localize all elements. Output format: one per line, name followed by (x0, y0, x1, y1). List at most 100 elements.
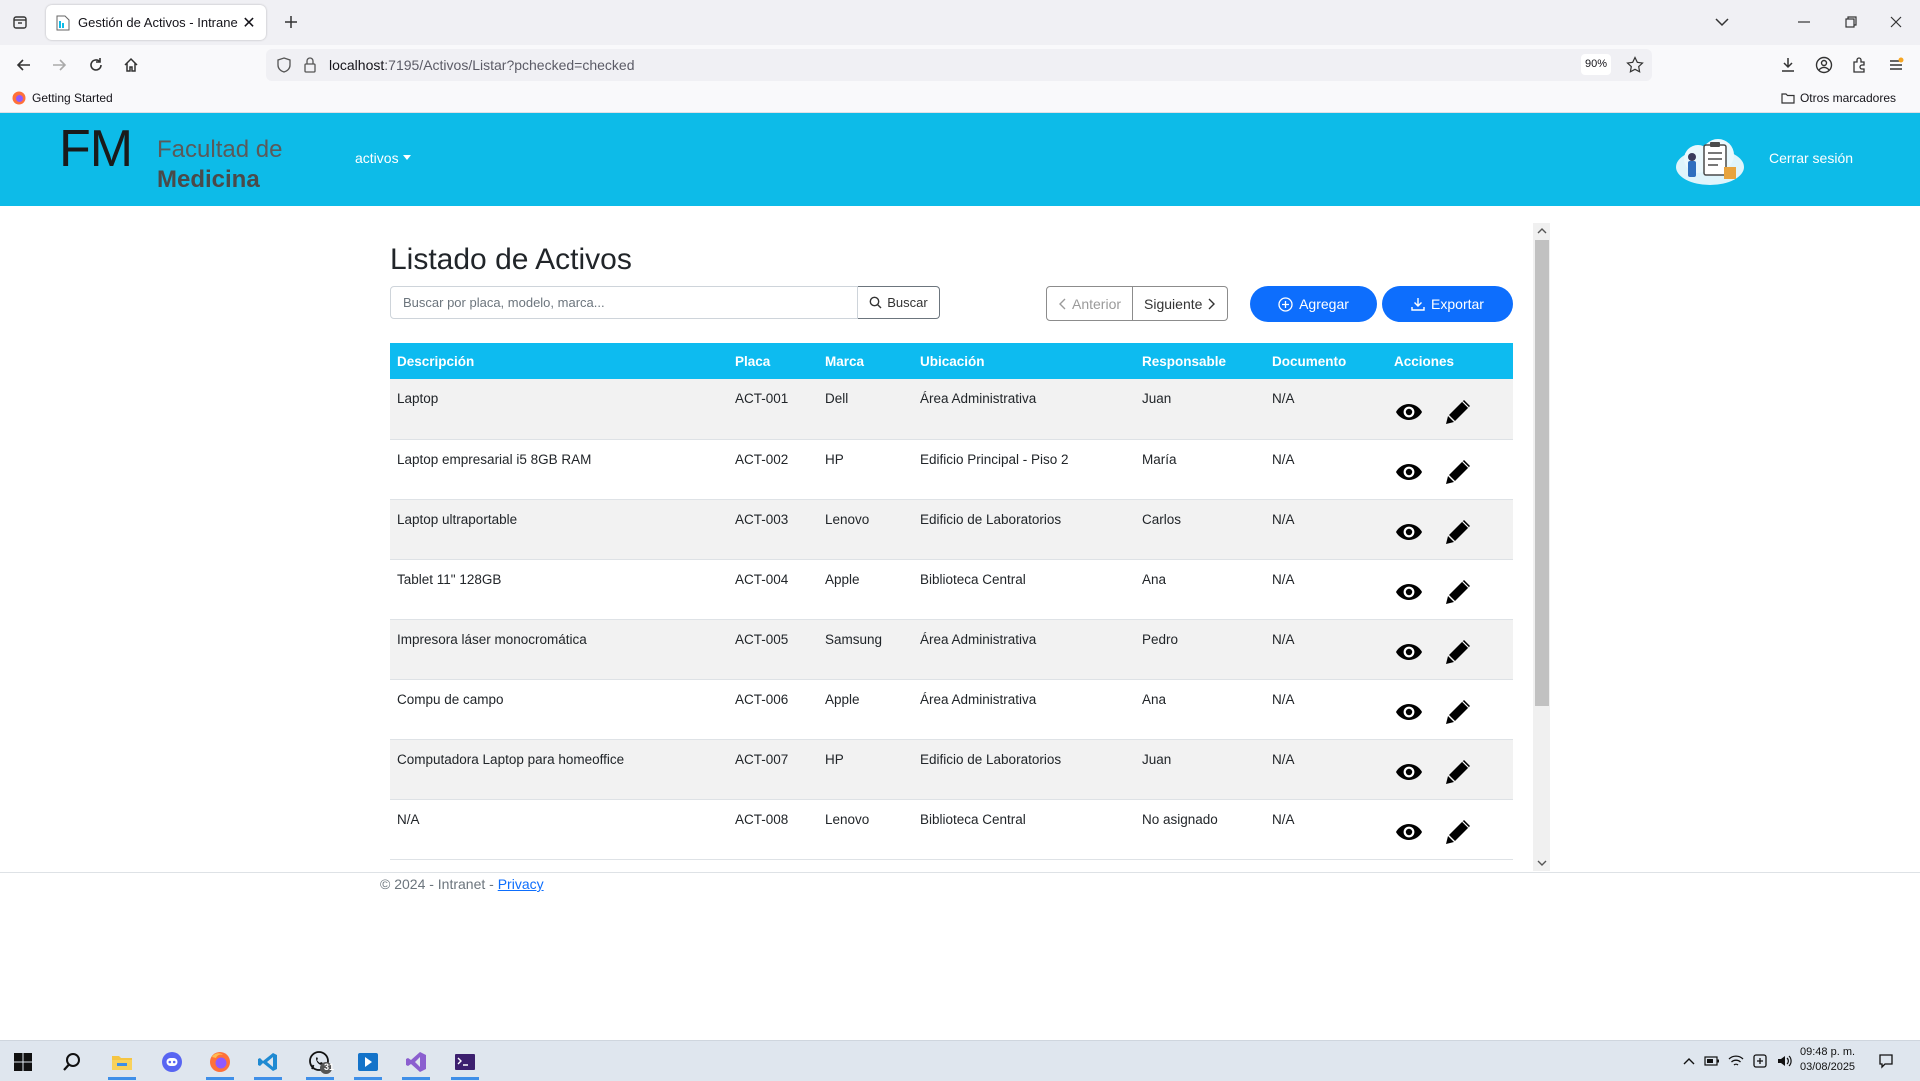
tray-chevron-up-icon[interactable] (1680, 1052, 1698, 1070)
downloads-icon[interactable] (1776, 53, 1800, 77)
view-eye-icon[interactable] (1394, 638, 1423, 667)
cell-placa: ACT-004 (728, 559, 818, 620)
page-title: Listado de Activos (390, 243, 632, 276)
media-player-icon[interactable] (350, 1047, 386, 1080)
shield-icon[interactable] (276, 57, 292, 73)
export-button[interactable]: Exportar (1382, 286, 1513, 322)
cell-descripcion: Laptop empresarial i5 8GB RAM (390, 439, 728, 500)
vscode-icon[interactable] (250, 1047, 286, 1080)
edit-pencil-icon[interactable] (1443, 578, 1472, 607)
view-eye-icon[interactable] (1394, 698, 1423, 727)
tab-list-icon[interactable] (8, 10, 32, 34)
folder-icon (1781, 93, 1795, 104)
account-icon[interactable] (1812, 53, 1836, 77)
bookmark-other-folder[interactable]: Otros marcadores (1781, 91, 1896, 105)
view-eye-icon[interactable] (1394, 818, 1423, 847)
cell-ubicacion: Área Administrativa (913, 379, 1135, 440)
view-eye-icon[interactable] (1394, 758, 1423, 787)
view-eye-icon[interactable] (1394, 458, 1423, 487)
logout-link[interactable]: Cerrar sesión (1769, 150, 1853, 166)
file-explorer-icon[interactable] (104, 1047, 140, 1080)
search-taskbar-icon[interactable] (54, 1047, 90, 1077)
column-header[interactable]: Documento (1265, 343, 1387, 379)
column-header[interactable]: Ubicación (913, 343, 1135, 379)
view-eye-icon[interactable] (1394, 518, 1423, 547)
scrollbar-thumb[interactable] (1535, 240, 1549, 706)
close-window-icon[interactable] (1884, 11, 1908, 33)
column-header: Acciones (1387, 343, 1513, 379)
battery-icon[interactable] (1703, 1052, 1721, 1070)
firefox-icon (12, 91, 26, 105)
cell-responsable: Juan (1135, 739, 1265, 800)
cell-responsable: Carlos (1135, 499, 1265, 560)
search-button[interactable]: Buscar (858, 286, 940, 319)
whatsapp-icon[interactable]: 31 (302, 1047, 338, 1080)
close-tab-icon[interactable]: ✕ (238, 12, 260, 34)
edit-pencil-icon[interactable] (1443, 458, 1472, 487)
volume-icon[interactable] (1775, 1052, 1793, 1070)
edit-pencil-icon[interactable] (1443, 758, 1472, 787)
wifi-icon[interactable] (1727, 1052, 1745, 1070)
new-tab-icon[interactable] (280, 11, 302, 33)
restore-icon[interactable] (1839, 11, 1863, 33)
download-icon (1411, 298, 1425, 311)
edit-pencil-icon[interactable] (1443, 397, 1472, 426)
cell-documento: N/A (1265, 559, 1387, 620)
url-bar[interactable]: localhost:7195/Activos/Listar?pchecked=c… (266, 49, 1652, 81)
column-header[interactable]: Placa (728, 343, 818, 379)
browser-tab-active[interactable]: Gestión de Activos - Intranet ✕ (46, 5, 266, 40)
cell-ubicacion: Área Administrativa (913, 619, 1135, 680)
edit-pencil-icon[interactable] (1443, 698, 1472, 727)
cell-actions (1387, 559, 1513, 620)
view-eye-icon[interactable] (1394, 578, 1423, 607)
pagination: Anterior Siguiente (1046, 286, 1229, 321)
discord-icon[interactable] (154, 1047, 190, 1077)
table-row: Laptop ACT-001 Dell Área Administrativa Juan… (390, 379, 1513, 440)
back-arrow-icon[interactable] (12, 53, 36, 77)
visual-studio-icon[interactable] (398, 1047, 434, 1080)
terminal-icon[interactable] (447, 1047, 483, 1080)
search-icon (869, 296, 882, 309)
privacy-link[interactable]: Privacy (498, 876, 544, 892)
chevron-right-icon (1208, 298, 1216, 309)
forward-arrow-icon[interactable] (47, 53, 71, 77)
edit-pencil-icon[interactable] (1443, 638, 1472, 667)
add-button[interactable]: Agregar (1250, 286, 1377, 322)
scroll-up-arrow-icon[interactable] (1535, 223, 1549, 237)
extensions-icon[interactable] (1847, 53, 1871, 77)
home-icon[interactable] (119, 53, 143, 77)
network-icon[interactable] (1751, 1052, 1769, 1070)
minimize-icon[interactable] (1792, 11, 1816, 33)
table-row: Laptop ultraportable ACT-003 Lenovo Edifici… (390, 499, 1513, 560)
search-input[interactable] (390, 286, 858, 319)
tab-overflow-chevron-icon[interactable] (1710, 11, 1734, 33)
column-header[interactable]: Marca (818, 343, 913, 379)
previous-page-button[interactable]: Anterior (1046, 286, 1134, 321)
logo-mark[interactable]: FM (59, 119, 133, 179)
windows-start-icon[interactable] (5, 1047, 41, 1077)
view-eye-icon[interactable] (1394, 397, 1423, 426)
column-header[interactable]: Descripción (390, 343, 728, 379)
activos-dropdown[interactable]: activos (355, 150, 411, 166)
cell-actions (1387, 439, 1513, 500)
edit-pencil-icon[interactable] (1443, 818, 1472, 847)
url-text[interactable]: localhost:7195/Activos/Listar?pchecked=c… (329, 57, 634, 73)
cloud-clipboard-icon (1676, 139, 1744, 185)
scroll-down-arrow-icon[interactable] (1535, 856, 1549, 870)
firefox-taskbar-icon[interactable] (202, 1047, 238, 1080)
bookmark-star-icon[interactable] (1626, 56, 1644, 74)
cell-marca: Samsung (818, 619, 913, 680)
clock-date: 03/08/2025 (1800, 1061, 1856, 1073)
next-page-button[interactable]: Siguiente (1133, 286, 1229, 321)
reload-icon[interactable] (84, 53, 108, 77)
lock-icon[interactable] (303, 57, 317, 73)
bookmark-getting-started[interactable]: Getting Started (12, 91, 113, 105)
cell-descripcion: Laptop (390, 379, 728, 440)
notifications-icon[interactable] (1877, 1052, 1895, 1070)
app-menu-icon[interactable] (1884, 53, 1908, 77)
edit-pencil-icon[interactable] (1443, 518, 1472, 547)
zoom-level-badge[interactable]: 90% (1581, 54, 1611, 75)
system-clock[interactable]: 09:48 p. m. 03/08/2025 (1800, 1045, 1855, 1075)
cell-ubicacion: Biblioteca Central (913, 559, 1135, 620)
column-header[interactable]: Responsable (1135, 343, 1265, 379)
